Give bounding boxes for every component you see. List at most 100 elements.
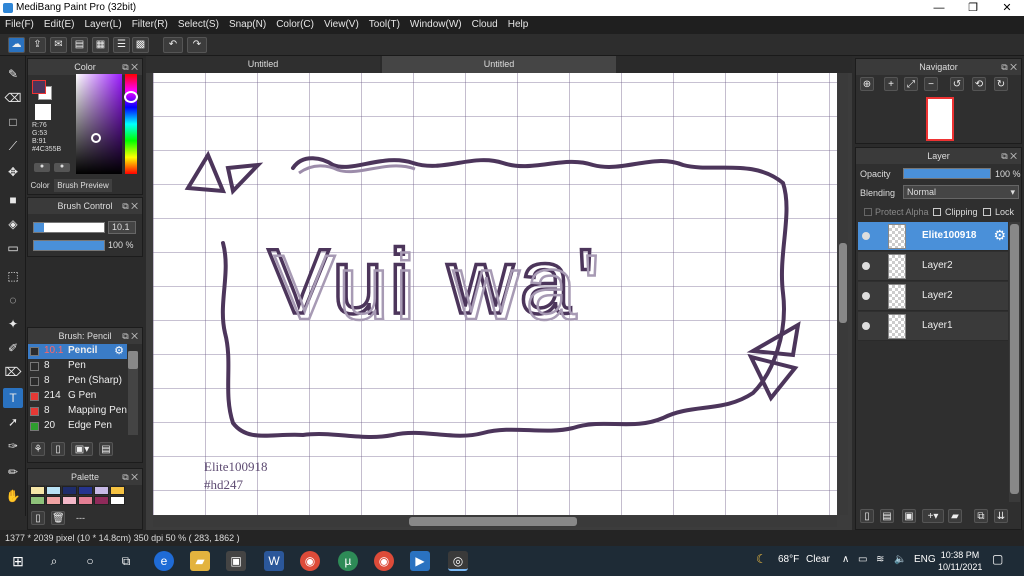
layer-row-elite100918[interactable]: Elite100918 ⚙ (858, 222, 1008, 251)
brush-size-value[interactable]: 10.1 (108, 221, 136, 234)
comment-icon[interactable]: ✉ (50, 37, 67, 53)
folder-icon[interactable]: ▰ (948, 509, 962, 523)
new-brush-icon[interactable]: ▯ (51, 442, 65, 456)
brush-menu-icon[interactable]: ▣▾ (71, 442, 93, 456)
menu-filter[interactable]: Filter(R) (127, 16, 173, 34)
move-tool-icon[interactable]: ✥ (3, 162, 23, 182)
palette-swatch[interactable] (62, 496, 77, 505)
menu-tool[interactable]: Tool(T) (364, 16, 405, 34)
saturation-value-picker[interactable] (76, 74, 122, 174)
select-pen-icon[interactable]: ✐ (3, 338, 23, 358)
redo-icon[interactable]: ↷ (187, 37, 207, 53)
rotate-left-icon[interactable]: ↺ (950, 77, 964, 91)
operation-tool-icon[interactable]: ➚ (3, 412, 23, 432)
tab-color[interactable]: Color (28, 179, 52, 192)
close-button[interactable]: ✕ (990, 0, 1024, 16)
canvas-horizontal-scrollbar[interactable] (153, 516, 837, 527)
chevron-up-icon[interactable]: ∧ (842, 554, 849, 565)
navigator-thumbnail[interactable] (926, 97, 954, 141)
layer-row-layer2-b[interactable]: Layer2 (858, 282, 1008, 311)
undo-icon[interactable]: ↶ (163, 37, 183, 53)
magic-wand-icon[interactable]: ✦ (3, 314, 23, 334)
menu-view[interactable]: View(V) (319, 16, 364, 34)
palette-swatch[interactable] (78, 496, 93, 505)
eye-icon[interactable] (862, 232, 870, 240)
medibang-icon[interactable]: ◎ (448, 551, 468, 571)
tab-brush-preview[interactable]: Brush Preview (54, 179, 112, 192)
select-rect-icon[interactable]: ⬚ (3, 266, 23, 286)
color-swap-button[interactable]: ● (54, 163, 70, 172)
brush-item-mapping-pen[interactable]: 8 Mapping Pen (28, 404, 127, 419)
brush-item-g-pen[interactable]: 214 G Pen (28, 389, 127, 404)
select-eraser-icon[interactable]: ⌦ (3, 362, 23, 382)
search-icon[interactable]: ⌕ (44, 551, 64, 571)
edge-icon[interactable]: e (154, 551, 174, 571)
panel-controls-icon[interactable]: ⧉ ✕ (122, 198, 138, 214)
cloud-icon[interactable]: ☁ (8, 37, 25, 53)
minimize-button[interactable]: — (922, 0, 956, 16)
hue-slider[interactable] (125, 74, 137, 174)
fit-icon[interactable]: ⤢ (904, 77, 918, 91)
new-1bit-layer-icon[interactable]: ▣ (902, 509, 916, 523)
wifi-icon[interactable]: ≋ (876, 554, 884, 565)
gear-icon[interactable]: ⚙ (114, 344, 124, 357)
text-tool-icon[interactable]: T (3, 388, 23, 408)
layer-row-layer2-a[interactable]: Layer2 (858, 252, 1008, 281)
task-view-icon[interactable]: ⧉ (116, 551, 136, 571)
chrome-icon[interactable]: ◉ (300, 551, 320, 571)
rectangle-tool-icon[interactable]: □ (3, 112, 23, 132)
panel-controls-icon[interactable]: ⧉ ✕ (1001, 148, 1017, 164)
menu-snap[interactable]: Snap(N) (224, 16, 271, 34)
add-brush-icon[interactable]: ⚘ (31, 442, 45, 456)
rotate-right-icon[interactable]: ↻ (994, 77, 1008, 91)
new-layer-icon[interactable]: ▯ (860, 509, 874, 523)
grid-icon[interactable]: ▩ (132, 37, 149, 53)
store-icon[interactable]: ▣ (226, 551, 246, 571)
lock-checkbox[interactable] (983, 208, 991, 216)
layer-menu-icon[interactable]: +▾ (922, 509, 944, 523)
page-icon[interactable]: ▤ (71, 37, 88, 53)
trash-icon[interactable]: 🗑 (51, 511, 65, 525)
pen-tool-icon[interactable]: ✏ (3, 462, 23, 482)
tab-untitled-2[interactable]: Untitled (382, 56, 616, 73)
color-picker-cursor[interactable] (91, 133, 101, 143)
palette-swatch[interactable] (94, 486, 109, 495)
lasso-tool-icon[interactable]: ◌ (3, 290, 23, 310)
hue-slider-handle[interactable] (124, 91, 138, 103)
zoom-out-icon[interactable]: − (924, 77, 938, 91)
palette-swatch[interactable] (62, 486, 77, 495)
brush-settings-icon[interactable]: ▤ (99, 442, 113, 456)
panel-controls-icon[interactable]: ⧉ ✕ (122, 328, 138, 344)
brush-item-pencil[interactable]: 10.1 Pencil ⚙ (28, 344, 127, 359)
gradient-tool-icon[interactable]: ▭ (3, 238, 23, 258)
volume-icon[interactable]: 🔈 (894, 554, 906, 565)
fill-rect-tool-icon[interactable]: ■ (3, 190, 23, 210)
chrome-icon-2[interactable]: ◉ (374, 551, 394, 571)
palette-swatch[interactable] (78, 486, 93, 495)
transparent-swatch[interactable] (35, 104, 51, 120)
zoom-in-icon[interactable]: + (884, 77, 898, 91)
language-indicator[interactable]: ENG (914, 554, 936, 565)
palette-swatch[interactable] (46, 496, 61, 505)
eyedropper-tool-icon[interactable]: ✑ (3, 436, 23, 456)
menu-layer[interactable]: Layer(L) (79, 16, 126, 34)
reset-view-icon[interactable]: ⟲ (972, 77, 986, 91)
line-tool-icon[interactable]: ⟋ (3, 136, 23, 156)
layer-opacity-slider[interactable] (903, 168, 991, 179)
palette-swatch[interactable] (30, 486, 45, 495)
clock[interactable]: 10:38 PM 10/11/2021 (938, 549, 982, 573)
weather-desc[interactable]: Clear (806, 554, 830, 565)
weather-temp[interactable]: 68°F (778, 554, 799, 565)
menu-cloud[interactable]: Cloud (467, 16, 503, 34)
menu-file[interactable]: File(F) (0, 16, 39, 34)
eye-icon[interactable] (862, 322, 870, 330)
menu-select[interactable]: Select(S) (173, 16, 224, 34)
palette-swatch[interactable] (94, 496, 109, 505)
protect-alpha-checkbox[interactable] (864, 208, 872, 216)
menu-edit[interactable]: Edit(E) (39, 16, 80, 34)
canvas-vertical-scrollbar[interactable] (838, 73, 848, 515)
duplicate-layer-icon[interactable]: ⧉ (974, 509, 988, 523)
new-halftone-layer-icon[interactable]: ▤ (880, 509, 894, 523)
eye-icon[interactable] (862, 292, 870, 300)
windows-start-icon[interactable]: ⊞ (8, 551, 28, 571)
